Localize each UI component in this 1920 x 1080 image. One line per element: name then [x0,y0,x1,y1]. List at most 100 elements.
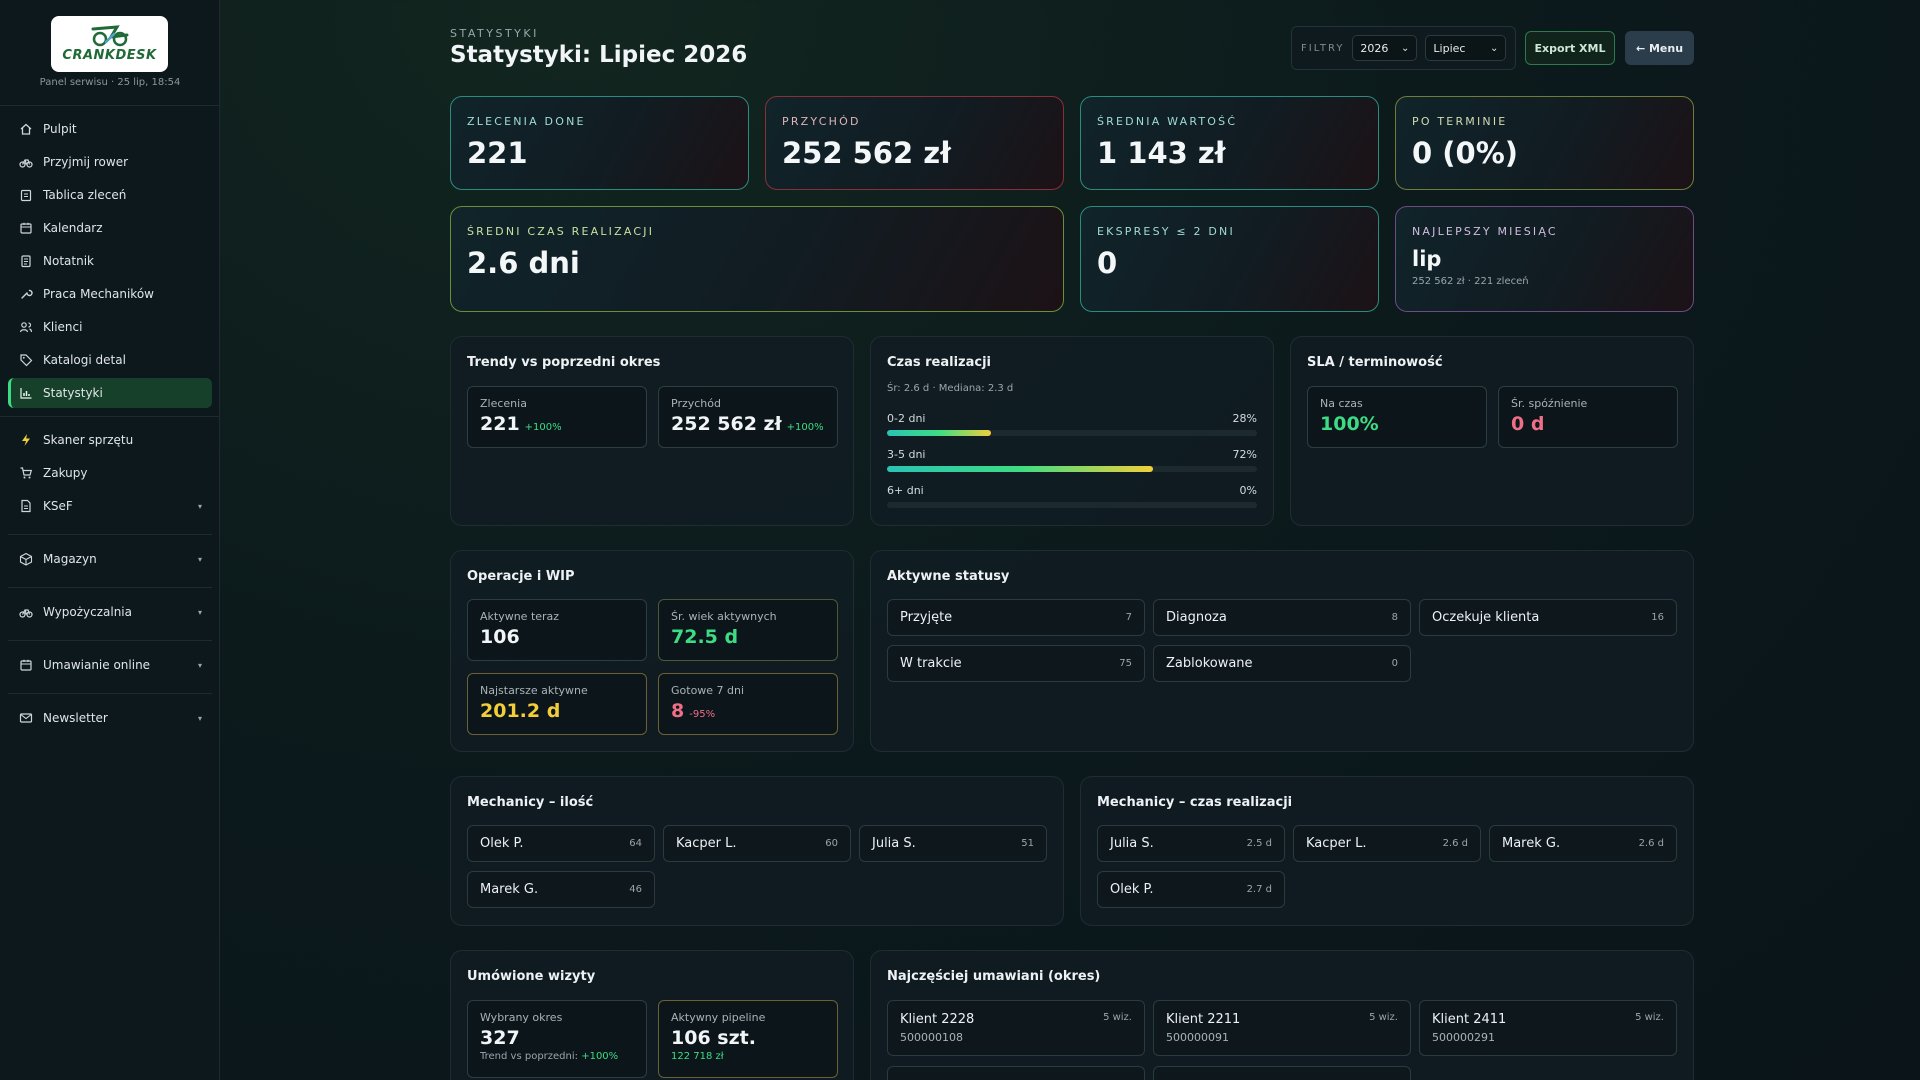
sidebar-item-zakupy[interactable]: Zakupy [8,458,212,488]
sidebar-item-label: Umawianie online [43,658,151,672]
sidebar-item-label: Skaner sprzętu [43,433,134,447]
chevron-down-icon: ⌄ [1401,42,1410,54]
mechanic-chip[interactable]: Olek P. 64 [467,825,655,862]
ops-avg-age-card: Śr. wiek aktywnych 72.5 d [658,599,838,661]
status-count: 7 [1125,612,1132,623]
mail-icon [19,711,33,725]
chevron-down-icon: ⌄ [1490,42,1499,54]
calendar-icon [19,658,33,672]
mechanic-count: 51 [1021,838,1034,849]
metric-label: Na czas [1320,397,1363,410]
sidebar-item-label: Klienci [43,320,83,334]
mechanic-chip[interactable]: Marek G. 2.6 d [1489,825,1677,862]
kpi-label: PO TERMINIE [1412,115,1508,128]
sidebar-item-kalendarz[interactable]: Kalendarz [8,213,212,243]
panel-mechanics-time: Mechanicy – czas realizacji Julia S. 2.5… [1080,776,1694,926]
panel-title: Aktywne statusy [887,569,1010,584]
month-select[interactable]: Lipiec ⌄ [1425,35,1507,61]
bar-percent: 72% [1232,448,1257,461]
sidebar-item-przyjmij-rower[interactable]: Przyjmij rower [8,147,212,177]
client-chip[interactable]: Klient 2228 5 wiz. 500000108 [887,1000,1145,1056]
metric-foot: Trend vs poprzedni: +100% [480,1051,634,1062]
logo-wordmark: CRANKDESK [62,48,157,63]
mechanic-chip[interactable]: Olek P. 2.7 d [1097,871,1285,908]
sidebar-item-klienci[interactable]: Klienci [8,312,212,342]
status-chip[interactable]: Przyjęte 7 [887,599,1145,636]
status-label: Zablokowane [1166,656,1253,671]
sidebar-item-pulpit[interactable]: Pulpit [8,114,212,144]
client-chip-partial[interactable] [887,1066,1145,1080]
metric-value: 100% [1320,413,1379,435]
menu-button[interactable]: ← Menu [1625,31,1694,65]
mechanic-chip[interactable]: Julia S. 2.5 d [1097,825,1285,862]
metric-delta: +100% [524,422,562,433]
kpi-zlecenia-done: ZLECENIA DONE 221 [450,96,749,190]
users-icon [19,320,33,334]
panel-title: Operacje i WIP [467,569,575,584]
sidebar-item-ksef[interactable]: KSeF ▾ [8,491,212,521]
sidebar-item-label: Pulpit [43,122,77,136]
mechanic-time: 2.6 d [1442,838,1468,849]
sidebar-group-newsletter[interactable]: Newsletter ▾ [8,703,212,733]
kpi-srednia-wartosc: ŚREDNIA WARTOŚĆ 1 143 zł [1080,96,1379,190]
year-select[interactable]: 2026 ⌄ [1352,35,1418,61]
ops-oldest-card: Najstarsze aktywne 201.2 d [467,673,647,735]
sla-on-time-card: Na czas 100% [1307,386,1487,448]
filters-bar: FILTRY 2026 ⌄ Lipiec ⌄ [1291,26,1516,70]
client-chip[interactable]: Klient 2411 5 wiz. 500000291 [1419,1000,1677,1056]
sidebar-item-katalogi-detal[interactable]: Katalogi detal [8,345,212,375]
panel-title: Najczęściej umawiani (okres) [887,969,1101,984]
bar-percent: 28% [1232,412,1257,425]
bar-label: 3-5 dni [887,448,926,461]
filters-label: FILTRY [1301,42,1345,54]
panel-title: Umówione wizyty [467,969,596,984]
kpi-label: NAJLEPSZY MIESIĄC [1412,225,1558,238]
notepad-icon [19,254,33,268]
app-logo[interactable]: CRANKDESK [51,16,168,72]
sidebar-item-statystyki[interactable]: Statystyki [8,378,212,408]
divider [0,416,220,417]
status-label: W trakcie [900,656,962,671]
chevron-down-icon: ▾ [197,713,202,723]
panel-trends: Trendy vs poprzedni okres Zlecenia 221 +1… [450,336,854,526]
panel-meta: Panel serwisu · 25 lip, 18:54 [39,77,181,88]
client-phone: 500000291 [1432,1031,1495,1044]
clipboard-icon [19,188,33,202]
sidebar-item-tablica-zlecen[interactable]: Tablica zleceń [8,180,212,210]
metric-label: Przychód [671,397,721,410]
mechanic-chip[interactable]: Kacper L. 60 [663,825,851,862]
sidebar-group-umawianie-online[interactable]: Umawianie online ▾ [8,650,212,680]
bar-track [887,430,1257,436]
client-name: Klient 2211 [1166,1012,1241,1027]
mechanic-chip[interactable]: Kacper L. 2.6 d [1293,825,1481,862]
mechanic-chip[interactable]: Julia S. 51 [859,825,1047,862]
sidebar-item-praca-mechanikow[interactable]: Praca Mechaników [8,279,212,309]
mechanic-time: 2.7 d [1246,884,1272,895]
mechanic-name: Marek G. [480,882,539,897]
sidebar-item-skaner-sprzetu[interactable]: Skaner sprzętu [8,425,212,455]
mechanic-name: Olek P. [1110,882,1154,897]
sidebar-group-magazyn[interactable]: Magazyn ▾ [8,544,212,574]
lead-time-bar: 0-2 dni 28% [887,412,1257,436]
status-chip[interactable]: Zablokowane 0 [1153,645,1411,682]
sidebar-group-wypozyczalnia[interactable]: Wypożyczalnia ▾ [8,597,212,627]
client-chip[interactable]: Klient 2211 5 wiz. 500000091 [1153,1000,1411,1056]
visits-period-card: Wybrany okres 327 Trend vs poprzedni: +1… [467,1000,647,1078]
kpi-label: ŚREDNIA WARTOŚĆ [1097,115,1238,128]
bar-label: 0-2 dni [887,412,926,425]
panel-title: SLA / terminowość [1307,355,1443,370]
status-chip[interactable]: W trakcie 75 [887,645,1145,682]
sidebar-item-label: Statystyki [43,386,103,400]
ops-active-now-card: Aktywne teraz 106 [467,599,647,661]
kpi-po-terminie: PO TERMINIE 0 (0%) [1395,96,1694,190]
bar-fill [887,466,1154,472]
sidebar-item-notatnik[interactable]: Notatnik [8,246,212,276]
mechanic-chip[interactable]: Marek G. 46 [467,871,655,908]
chevron-down-icon: ▾ [197,501,202,511]
export-xml-button[interactable]: Export XML [1525,31,1615,65]
client-chip-partial[interactable] [1153,1066,1411,1080]
panel-title: Mechanicy – ilość [467,795,594,810]
status-chip[interactable]: Oczekuje klienta 16 [1419,599,1677,636]
metric-label: Najstarsze aktywne [480,684,588,697]
status-chip[interactable]: Diagnoza 8 [1153,599,1411,636]
